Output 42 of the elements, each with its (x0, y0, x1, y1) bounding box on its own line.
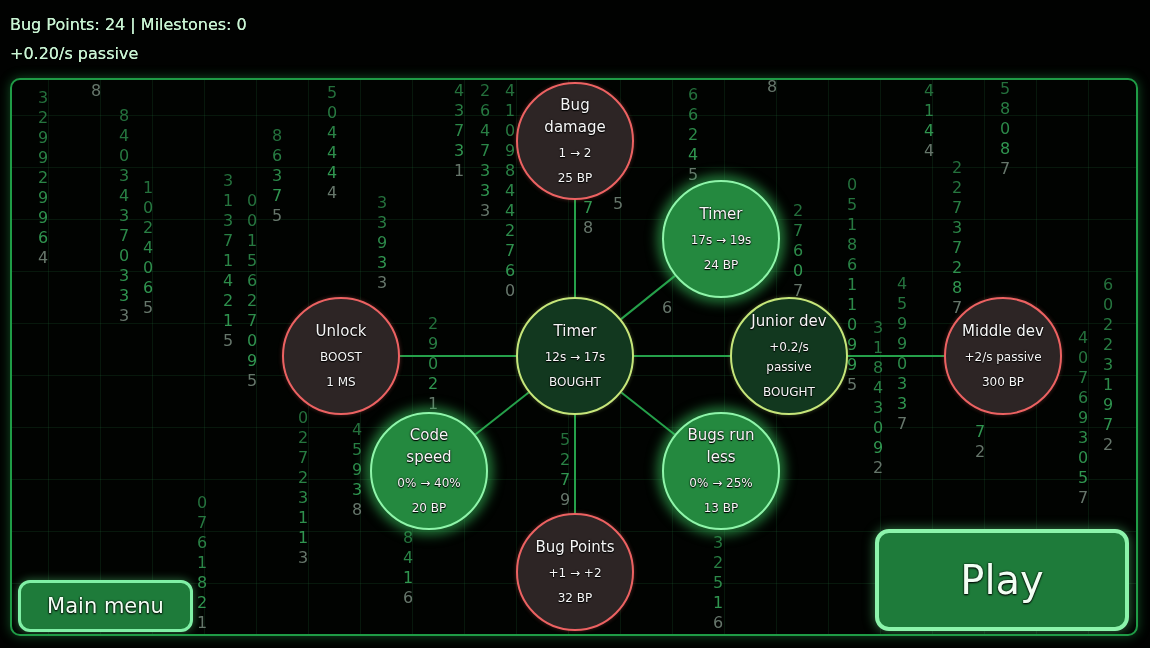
falling-digits: 32516 (712, 533, 724, 633)
falling-digits: 41098442760 (504, 81, 516, 301)
falling-digits: 5279 (559, 430, 571, 510)
connector-line (620, 274, 676, 321)
connector-line (474, 391, 530, 436)
falling-digits: 6 (661, 298, 673, 318)
falling-digits: 29021 (427, 314, 439, 414)
upgrade-node[interactable]: Timer 12s → 17s BOUGHT (516, 297, 634, 415)
falling-digits: 8416 (402, 528, 414, 608)
falling-digits: 43731 (453, 81, 465, 181)
upgrade-node[interactable]: Timer 17s → 19s 24 BP (662, 180, 780, 298)
falling-digits: 72 (974, 422, 986, 462)
falling-digits: 58087 (999, 80, 1011, 179)
falling-digits: 05186110995 (846, 175, 858, 395)
falling-digits: 407693057 (1077, 328, 1089, 508)
falling-digits: 0761821 (196, 493, 208, 633)
falling-digits: 504444 (326, 83, 338, 203)
falling-digits: 84034370333 (118, 106, 130, 326)
upgrade-node[interactable]: Code speed 0% → 40% 20 BP (370, 412, 488, 530)
falling-digits: 313714215 (222, 171, 234, 351)
upgrade-node[interactable]: Junior dev +0.2/s passive BOUGHT (730, 297, 848, 415)
falling-digits: 8 (90, 81, 102, 101)
falling-digits: 602231972 (1102, 275, 1114, 455)
main-menu-button[interactable]: Main menu (18, 580, 193, 632)
passive-rate-text: +0.20/s passive (10, 43, 139, 65)
stats-text: Bug Points: 24 | Milestones: 0 (10, 14, 247, 36)
falling-digits: 4144 (923, 81, 935, 161)
falling-digits: 1024065 (142, 178, 154, 318)
falling-digits: 0015627095 (246, 191, 258, 391)
falling-digits: 45990337 (896, 274, 908, 434)
connector-line (620, 391, 676, 436)
falling-digits: 2647333 (479, 81, 491, 221)
upgrade-node[interactable]: Bugs run less 0% → 25% 13 BP (662, 412, 780, 530)
play-button[interactable]: Play (875, 529, 1129, 631)
falling-digits: 45938 (351, 420, 363, 520)
falling-digits: 86375 (271, 126, 283, 226)
falling-digits: 33933 (376, 193, 388, 293)
falling-digits: 31843092 (872, 318, 884, 478)
upgrade-node[interactable]: Bug Points +1 → +2 32 BP (516, 513, 634, 631)
falling-digits: 78 (582, 198, 594, 238)
falling-digits: 8 (766, 80, 778, 97)
falling-digits: 329929964 (37, 88, 49, 268)
